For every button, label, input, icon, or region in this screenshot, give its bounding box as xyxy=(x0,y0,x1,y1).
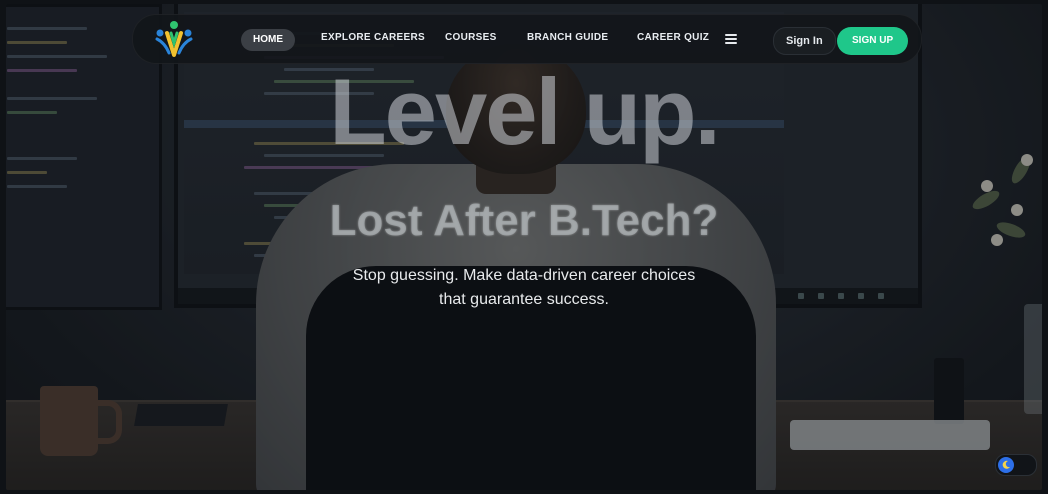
nav-branch-guide[interactable]: BRANCH GUIDE xyxy=(527,32,608,43)
hamburger-icon[interactable] xyxy=(725,34,737,44)
hero-title: Lost After B.Tech? xyxy=(329,196,719,245)
nav-career-quiz[interactable]: CAREER QUIZ xyxy=(637,32,709,43)
hero-subtitle-line1: Stop guessing. Make data-driven career c… xyxy=(352,267,696,284)
theme-toggle[interactable] xyxy=(995,454,1037,476)
nav-explore-careers[interactable]: EXPLORE CAREERS xyxy=(321,32,425,43)
hero-subtitle: Stop guessing. Make data-driven career c… xyxy=(0,264,1048,312)
sign-up-button[interactable]: SIGN UP xyxy=(837,27,909,55)
nav-home[interactable]: HOME xyxy=(241,29,295,51)
hero-subtitle-line2: that guarantee success. xyxy=(439,291,609,308)
moon-icon xyxy=(998,457,1014,473)
top-navbar: HOME EXPLORE CAREERS COURSES BRANCH GUID… xyxy=(132,14,922,64)
nav-courses[interactable]: COURSES xyxy=(445,32,497,43)
sign-in-button[interactable]: Sign In xyxy=(773,27,836,55)
background-headline: Level up. xyxy=(329,59,720,164)
brand-logo-icon[interactable] xyxy=(153,19,195,59)
